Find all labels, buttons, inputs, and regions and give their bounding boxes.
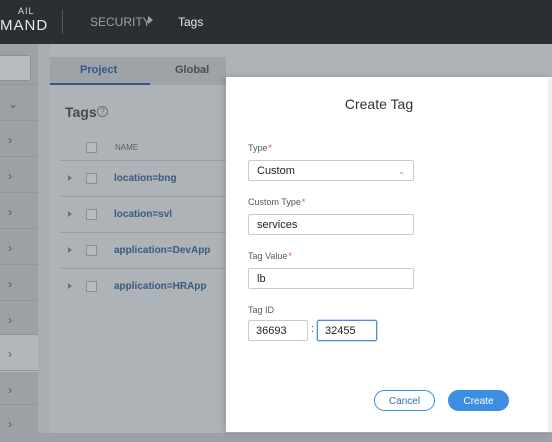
breadcrumb-tags: Tags xyxy=(178,15,204,29)
sidebar-item[interactable]: › xyxy=(0,120,38,158)
expand-row-icon[interactable] xyxy=(68,211,72,217)
expand-row-icon[interactable] xyxy=(68,175,72,181)
expand-row-icon[interactable] xyxy=(68,247,72,253)
row-divider xyxy=(60,268,226,269)
chevron-right-icon: › xyxy=(8,241,12,255)
tag-value-input[interactable]: lb xyxy=(248,268,414,289)
chevron-right-icon: › xyxy=(8,347,12,361)
row-divider xyxy=(60,196,226,197)
sidebar-item[interactable]: › xyxy=(0,156,38,194)
type-select[interactable]: Custom ⌄ xyxy=(248,160,414,181)
tag-id-label: Tag ID xyxy=(248,305,275,315)
select-all-checkbox[interactable] xyxy=(86,142,97,153)
custom-type-value: services xyxy=(257,219,298,231)
table-row[interactable]: application=DevApp xyxy=(114,245,210,256)
chevron-right-icon: › xyxy=(8,417,12,431)
cancel-button[interactable]: Cancel xyxy=(374,390,435,411)
row-checkbox[interactable] xyxy=(86,245,97,256)
type-select-value: Custom xyxy=(257,165,295,177)
sidebar-item[interactable]: › xyxy=(0,228,38,266)
tag-id-first-input[interactable]: 36693 xyxy=(248,320,308,341)
chevron-right-icon: › xyxy=(8,313,12,327)
sidebar-item[interactable]: › xyxy=(0,370,38,408)
tag-id-first-value: 36693 xyxy=(256,325,287,337)
chevron-right-icon: › xyxy=(8,383,12,397)
sidebar-item[interactable]: ⌄ xyxy=(0,84,38,122)
row-checkbox[interactable] xyxy=(86,173,97,184)
sidebar-item[interactable]: › xyxy=(0,404,38,442)
tag-id-second-value: 32455 xyxy=(325,325,356,337)
row-checkbox[interactable] xyxy=(86,209,97,220)
breadcrumb-arrow-icon xyxy=(148,16,153,24)
header-divider xyxy=(62,10,63,34)
type-label: Type* xyxy=(248,143,273,153)
expand-row-icon[interactable] xyxy=(68,283,72,289)
tag-id-second-input[interactable]: 32455 xyxy=(317,320,377,341)
row-divider xyxy=(60,160,226,161)
chevron-right-icon: › xyxy=(8,133,12,147)
required-marker: * xyxy=(301,197,306,207)
row-checkbox[interactable] xyxy=(86,281,97,292)
create-button[interactable]: Create xyxy=(448,390,509,411)
chevron-down-icon: ⌄ xyxy=(398,167,405,176)
page-title: Tags xyxy=(65,104,97,120)
sidebar-search-input[interactable] xyxy=(0,55,31,81)
tag-id-separator: : xyxy=(311,323,315,335)
chevron-right-icon: › xyxy=(8,277,12,291)
help-icon[interactable]: ? xyxy=(97,106,108,117)
table-row[interactable]: location=svl xyxy=(114,209,172,220)
custom-type-label: Custom Type* xyxy=(248,197,306,207)
column-header-name[interactable]: NAME xyxy=(115,143,138,152)
required-marker: * xyxy=(268,143,273,153)
sidebar-item[interactable]: › xyxy=(0,300,38,338)
chevron-down-icon: ⌄ xyxy=(8,97,19,111)
active-tab-indicator xyxy=(50,83,150,85)
create-tag-modal: Create Tag Type* Custom ⌄ Custom Type* s… xyxy=(226,77,552,432)
background-panel-edge xyxy=(548,77,552,432)
sidebar-item[interactable]: › xyxy=(0,192,38,230)
top-navigation-bar: AIL MAND SECURITY Tags xyxy=(0,0,552,44)
required-marker: * xyxy=(288,251,292,261)
tab-global[interactable]: Global xyxy=(175,64,209,76)
row-divider xyxy=(60,232,226,233)
custom-type-input[interactable]: services xyxy=(248,214,414,235)
table-row[interactable]: application=HRApp xyxy=(114,281,207,292)
chevron-right-icon: › xyxy=(8,169,12,183)
tag-value-label: Tag Value* xyxy=(248,251,292,261)
tag-value-text: lb xyxy=(257,273,266,285)
logo-top-text: AIL xyxy=(18,6,35,16)
sidebar-item-active[interactable]: › xyxy=(0,334,38,372)
tab-project[interactable]: Project xyxy=(80,64,117,76)
sidebar-item[interactable]: › xyxy=(0,264,38,302)
chevron-right-icon: › xyxy=(8,205,12,219)
logo-bottom-text: MAND xyxy=(0,17,49,34)
modal-title: Create Tag xyxy=(344,96,414,112)
table-row[interactable]: location=bng xyxy=(114,173,177,184)
breadcrumb-security[interactable]: SECURITY xyxy=(90,15,151,29)
